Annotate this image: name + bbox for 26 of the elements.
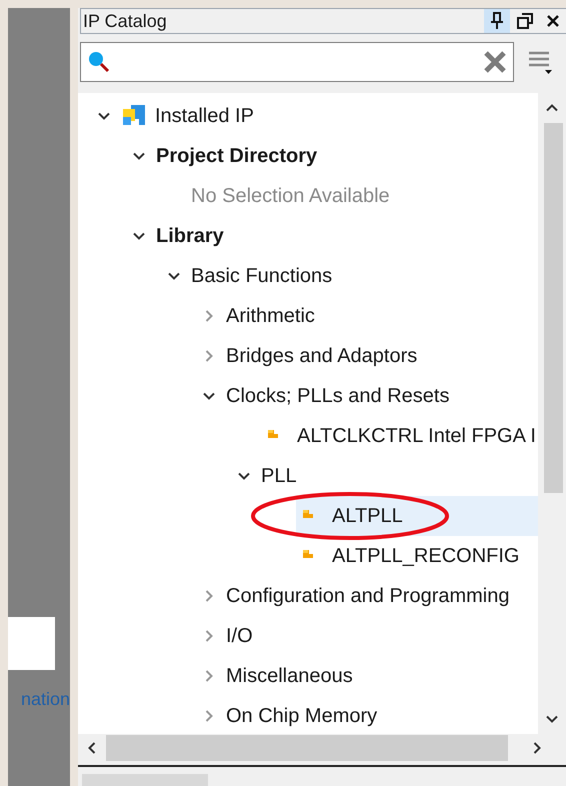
tree-item[interactable]: ALTCLKCTRL Intel FPGA I (261, 416, 538, 456)
tree-item[interactable]: Project Directory (156, 144, 318, 168)
search-icon (87, 50, 111, 74)
menu-icon (527, 49, 553, 75)
placeholder-text: No Selection Available (191, 184, 390, 208)
tree-item[interactable]: Clocks; PLLs and Resets (226, 384, 450, 408)
tree-item[interactable]: I/O (226, 624, 253, 648)
tree-item[interactable]: Arithmetic (226, 304, 315, 328)
panel-title: IP Catalog (82, 10, 168, 32)
tree-item[interactable]: Basic Functions (191, 264, 332, 288)
restore-icon (517, 13, 533, 29)
tree-item[interactable]: Library (156, 224, 224, 248)
tree-item[interactable]: Configuration and Programming (226, 584, 510, 608)
tree-item[interactable]: On Chip Memory (226, 704, 378, 728)
tree-item[interactable]: Installed IP (147, 104, 254, 128)
pin-button[interactable] (484, 9, 510, 33)
clear-icon[interactable] (483, 50, 507, 74)
text-box (8, 617, 55, 670)
tree-item[interactable]: ALTPLL_RECONFIG (296, 536, 538, 576)
tree-item[interactable]: Bridges and Adaptors (226, 344, 418, 368)
tree-item[interactable]: ALTPLL (296, 496, 538, 536)
tree-item[interactable]: Miscellaneous (226, 664, 353, 688)
search-field[interactable] (80, 42, 514, 82)
close-icon (546, 14, 560, 28)
tree-item[interactable]: PLL (261, 464, 297, 488)
pin-icon (490, 12, 504, 30)
